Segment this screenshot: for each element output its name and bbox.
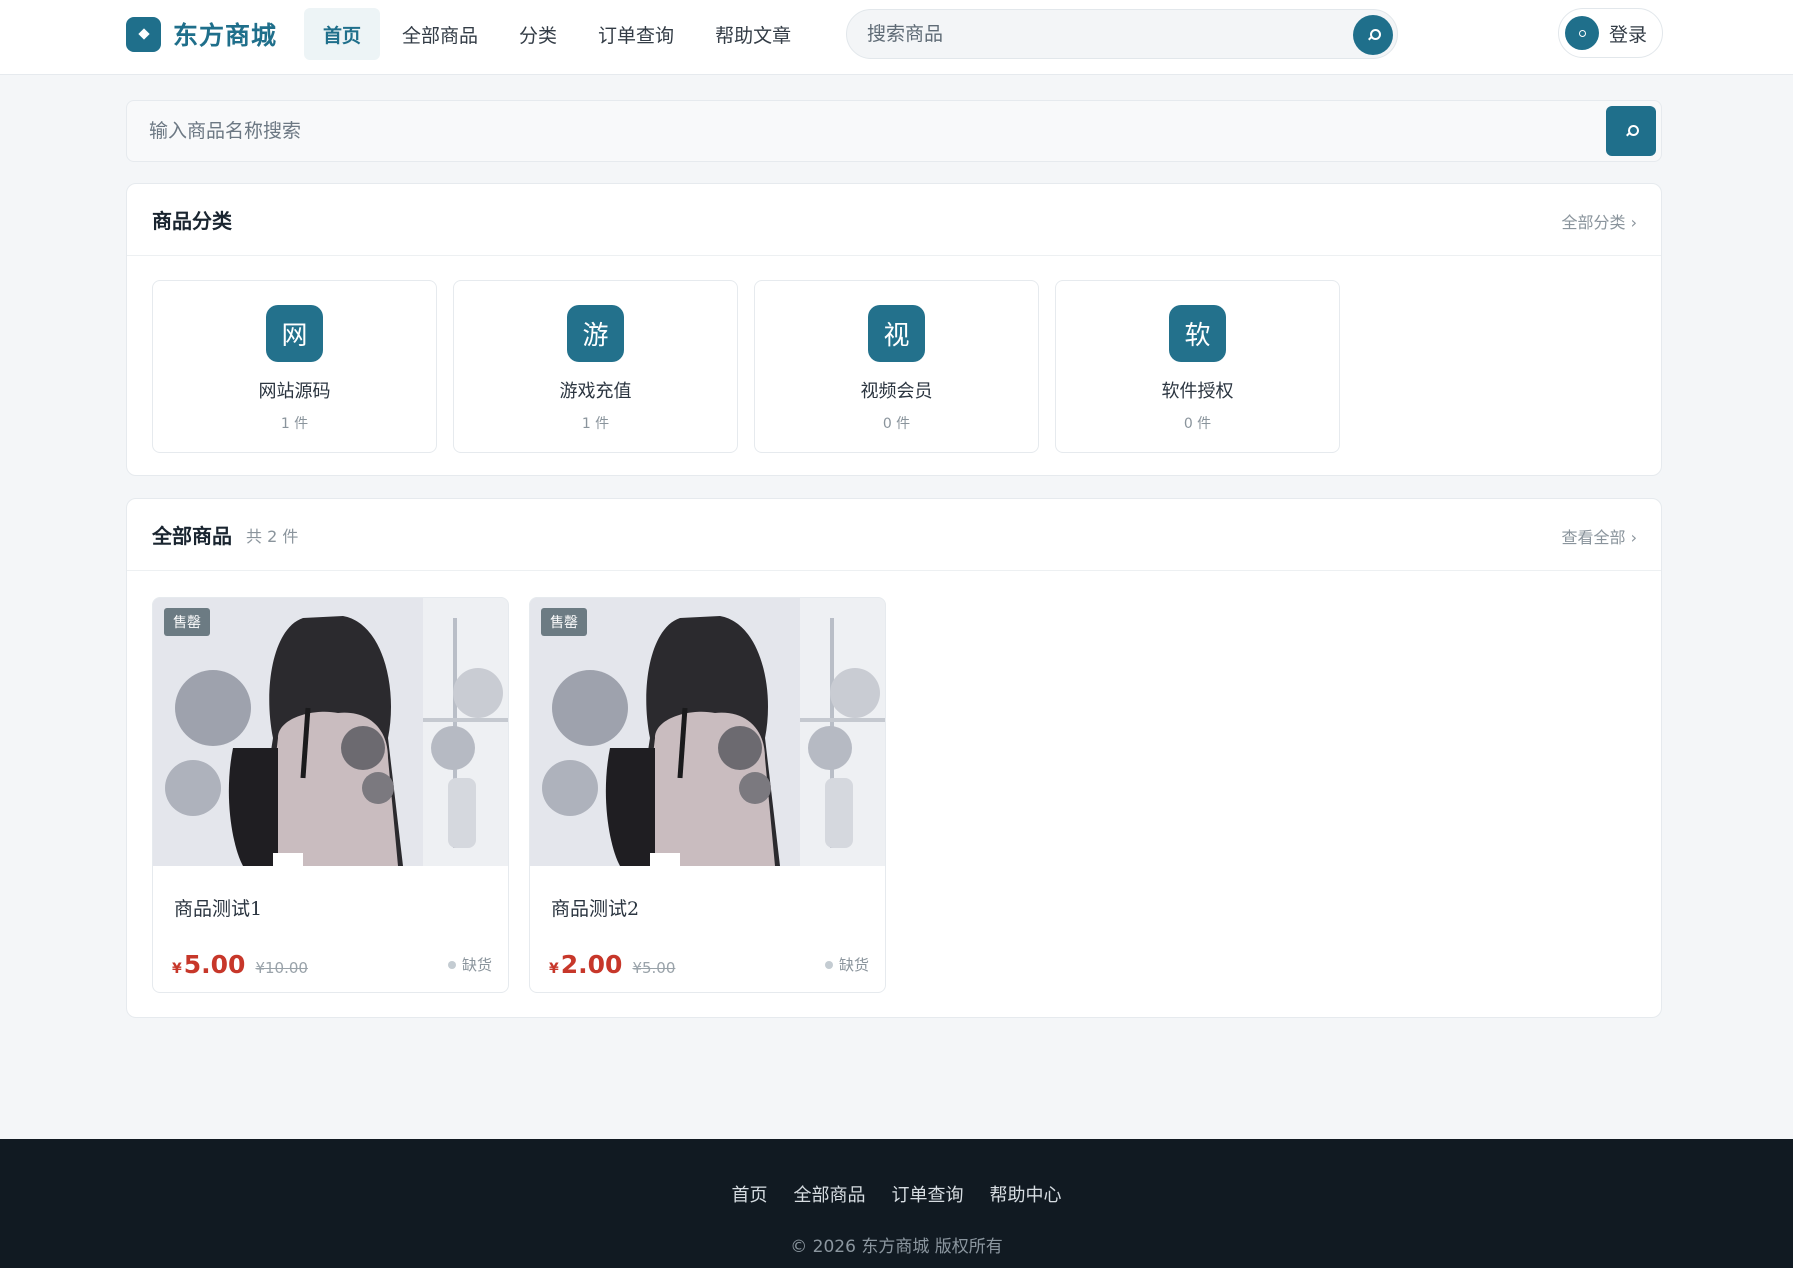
- product-image[interactable]: 售罄: [153, 598, 508, 866]
- search-icon: [1367, 28, 1381, 42]
- category-count: 0 件: [882, 416, 911, 432]
- category-count: 1 件: [280, 416, 309, 432]
- category-card-software-license[interactable]: 软 软件授权 0 件: [1055, 280, 1340, 453]
- category-card-website-source[interactable]: 网 网站源码 1 件: [152, 280, 437, 453]
- footer-links: 首页 全部商品 订单查询 帮助中心: [0, 1181, 1793, 1207]
- product-count: 共 2 件: [246, 526, 299, 546]
- product-name[interactable]: 商品测试1: [174, 894, 262, 921]
- footer-link-order-query[interactable]: 订单查询: [892, 1181, 964, 1207]
- category-icon: 视: [868, 305, 925, 362]
- copyright-text: © 2026 东方商城 版权所有: [790, 1237, 1003, 1257]
- original-price: ¥5.00: [632, 959, 676, 977]
- product-card[interactable]: 售罄 商品测试2 ¥ 2.00 ¥5.00 缺货: [529, 597, 886, 993]
- category-card-game-topup[interactable]: 游 游戏充值 1 件: [453, 280, 738, 453]
- category-icon: 网: [266, 305, 323, 362]
- category-icon: 软: [1169, 305, 1226, 362]
- site-logo[interactable]: 东方商城: [126, 16, 277, 52]
- category-name: 软件授权: [1161, 381, 1234, 402]
- product-panel: 全部商品 共 2 件 查看全部 › 售罄 商品测试1 ¥ 5.00 ¥10.00…: [126, 498, 1662, 1018]
- footer-link-help-center[interactable]: 帮助中心: [990, 1181, 1062, 1207]
- product-panel-header: 全部商品 共 2 件 查看全部 ›: [127, 499, 1661, 571]
- footer-link-home[interactable]: 首页: [732, 1181, 768, 1207]
- category-name: 网站源码: [258, 381, 331, 402]
- stock-label: 缺货: [838, 956, 869, 974]
- main-search-input[interactable]: [149, 101, 1529, 161]
- login-button[interactable]: 登录: [1558, 8, 1663, 58]
- sold-out-badge: 售罄: [164, 608, 210, 636]
- stock-status: 缺货: [824, 954, 869, 975]
- category-title: 商品分类: [152, 209, 232, 233]
- top-header: 东方商城 首页 全部商品 分类 订单查询 帮助文章 登录: [0, 0, 1793, 75]
- category-name: 游戏充值: [559, 381, 632, 402]
- user-icon: [1565, 16, 1599, 50]
- stock-status: 缺货: [447, 954, 492, 975]
- original-price: ¥10.00: [255, 959, 308, 977]
- currency-symbol: ¥: [172, 961, 182, 977]
- login-label: 登录: [1609, 23, 1648, 46]
- category-count: 1 件: [581, 416, 610, 432]
- sold-out-badge: 售罄: [541, 608, 587, 636]
- nav-order-query[interactable]: 订单查询: [579, 8, 693, 60]
- category-panel: 商品分类 全部分类 › 网 网站源码 1 件 游 游戏充值 1 件 视 视频会员…: [126, 183, 1662, 476]
- product-grid: 售罄 商品测试1 ¥ 5.00 ¥10.00 缺货 售罄 商品测试2 ¥ 2.0…: [152, 597, 906, 993]
- product-title: 全部商品: [152, 524, 232, 548]
- nav-all-products[interactable]: 全部商品: [383, 8, 497, 60]
- category-count: 0 件: [1183, 416, 1212, 432]
- status-dot-icon: [447, 960, 456, 969]
- status-dot-icon: [824, 960, 833, 969]
- header-search-input[interactable]: [867, 10, 1317, 58]
- stock-label: 缺货: [461, 956, 492, 974]
- category-name: 视频会员: [860, 381, 933, 402]
- view-all-link[interactable]: 查看全部 ›: [1562, 524, 1638, 548]
- product-name[interactable]: 商品测试2: [551, 894, 639, 921]
- product-price: ¥ 2.00 ¥5.00: [549, 950, 675, 979]
- main-search-button[interactable]: [1606, 106, 1656, 156]
- main-nav: 首页 全部商品 分类 订单查询 帮助文章: [304, 8, 813, 60]
- current-price: 5.00: [183, 950, 246, 979]
- current-price: 2.00: [560, 950, 623, 979]
- main-search: [126, 100, 1662, 162]
- nav-categories[interactable]: 分类: [500, 8, 576, 60]
- header-search-button[interactable]: [1353, 15, 1393, 55]
- currency-symbol: ¥: [549, 961, 559, 977]
- site-footer: 首页 全部商品 订单查询 帮助中心 © 2026 东方商城 版权所有: [0, 1139, 1793, 1268]
- nav-home[interactable]: 首页: [304, 8, 381, 60]
- category-icon: 游: [567, 305, 624, 362]
- site-name: 东方商城: [173, 21, 278, 50]
- header-search: [846, 9, 1398, 59]
- search-icon: [1625, 124, 1639, 138]
- product-image[interactable]: 售罄: [530, 598, 885, 866]
- logo-diamond-icon: [126, 16, 161, 52]
- footer-link-all-products[interactable]: 全部商品: [794, 1181, 866, 1207]
- category-grid: 网 网站源码 1 件 游 游戏充值 1 件 视 视频会员 0 件 软 软件授权 …: [152, 280, 1356, 453]
- category-panel-header: 商品分类 全部分类 ›: [127, 184, 1661, 256]
- nav-help-articles[interactable]: 帮助文章: [696, 8, 810, 60]
- product-card[interactable]: 售罄 商品测试1 ¥ 5.00 ¥10.00 缺货: [152, 597, 509, 993]
- category-card-video-membership[interactable]: 视 视频会员 0 件: [754, 280, 1039, 453]
- product-price: ¥ 5.00 ¥10.00: [172, 950, 308, 979]
- all-categories-link[interactable]: 全部分类 ›: [1562, 209, 1638, 233]
